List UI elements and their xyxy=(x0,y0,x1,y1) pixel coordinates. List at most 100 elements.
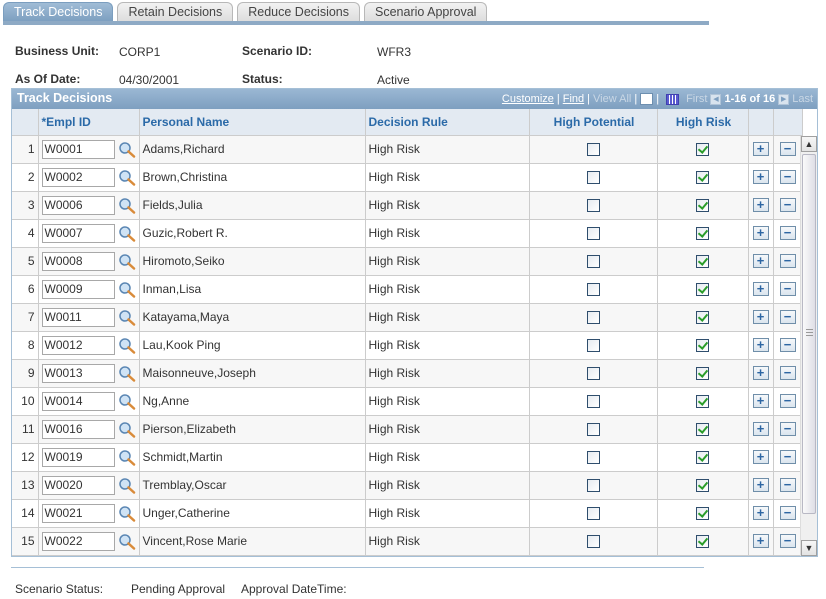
add-row-button[interactable]: + xyxy=(752,142,769,157)
delete-row-button[interactable]: − xyxy=(779,478,796,493)
lookup-icon[interactable] xyxy=(118,421,136,438)
high-risk-checkbox[interactable] xyxy=(696,339,709,353)
add-row-button[interactable]: + xyxy=(752,534,769,549)
high-risk-checkbox[interactable] xyxy=(696,255,709,269)
high-risk-checkbox[interactable] xyxy=(696,507,709,521)
lookup-icon[interactable] xyxy=(118,169,136,186)
add-row-button[interactable]: + xyxy=(752,310,769,325)
high-potential-checkbox[interactable] xyxy=(586,535,600,549)
lookup-icon[interactable] xyxy=(118,477,136,494)
add-row-button[interactable]: + xyxy=(752,506,769,521)
find-link[interactable]: Find xyxy=(563,90,584,109)
empl-id-input[interactable]: W0013 xyxy=(41,363,115,383)
delete-row-button[interactable]: − xyxy=(779,394,796,409)
high-potential-checkbox[interactable] xyxy=(586,199,600,213)
high-risk-checkbox[interactable] xyxy=(696,311,709,325)
grid-scrollbar[interactable]: ▲ ▼ xyxy=(800,136,817,556)
add-row-button[interactable]: + xyxy=(752,450,769,465)
empl-id-input[interactable]: W0001 xyxy=(41,139,115,159)
lookup-icon[interactable] xyxy=(118,309,136,326)
lookup-icon[interactable] xyxy=(118,365,136,382)
empl-id-input[interactable]: W0007 xyxy=(41,223,115,243)
high-potential-checkbox[interactable] xyxy=(586,227,600,241)
add-row-button[interactable]: + xyxy=(752,366,769,381)
new-window-icon[interactable] xyxy=(640,93,654,105)
empl-id-input[interactable]: W0008 xyxy=(41,251,115,271)
high-risk-checkbox[interactable] xyxy=(696,171,709,185)
high-potential-checkbox[interactable] xyxy=(586,311,600,325)
lookup-icon[interactable] xyxy=(118,533,136,550)
delete-row-button[interactable]: − xyxy=(779,226,796,241)
empl-id-input[interactable]: W0022 xyxy=(41,531,115,551)
empl-id-input[interactable]: W0019 xyxy=(41,447,115,467)
delete-row-button[interactable]: − xyxy=(779,450,796,465)
empl-id-input[interactable]: W0012 xyxy=(41,335,115,355)
download-grid-icon[interactable] xyxy=(666,93,680,105)
tab-retain-decisions[interactable]: Retain Decisions xyxy=(117,2,234,22)
high-risk-checkbox[interactable] xyxy=(696,283,709,297)
empl-id-input[interactable]: W0014 xyxy=(41,391,115,411)
high-potential-checkbox[interactable] xyxy=(586,367,600,381)
delete-row-button[interactable]: − xyxy=(779,366,796,381)
high-risk-checkbox[interactable] xyxy=(696,227,709,241)
delete-row-button[interactable]: − xyxy=(779,282,796,297)
add-row-button[interactable]: + xyxy=(752,282,769,297)
high-potential-checkbox[interactable] xyxy=(586,395,600,409)
lookup-icon[interactable] xyxy=(118,225,136,242)
add-row-button[interactable]: + xyxy=(752,170,769,185)
add-row-button[interactable]: + xyxy=(752,394,769,409)
high-risk-checkbox[interactable] xyxy=(696,423,709,437)
empl-id-input[interactable]: W0020 xyxy=(41,475,115,495)
delete-row-button[interactable]: − xyxy=(779,338,796,353)
delete-row-button[interactable]: − xyxy=(779,506,796,521)
lookup-icon[interactable] xyxy=(118,505,136,522)
high-risk-checkbox[interactable] xyxy=(696,199,709,213)
high-potential-checkbox[interactable] xyxy=(586,507,600,521)
high-potential-checkbox[interactable] xyxy=(586,339,600,353)
high-risk-checkbox[interactable] xyxy=(696,451,709,465)
lookup-icon[interactable] xyxy=(118,281,136,298)
high-potential-checkbox[interactable] xyxy=(586,255,600,269)
lookup-icon[interactable] xyxy=(118,449,136,466)
empl-id-input[interactable]: W0009 xyxy=(41,279,115,299)
customize-link[interactable]: Customize xyxy=(502,90,554,109)
high-risk-checkbox[interactable] xyxy=(696,143,709,157)
add-row-button[interactable]: + xyxy=(752,422,769,437)
high-risk-checkbox[interactable] xyxy=(696,395,709,409)
scroll-up-icon[interactable]: ▲ xyxy=(801,136,817,152)
empl-id-input[interactable]: W0011 xyxy=(41,307,115,327)
high-risk-checkbox[interactable] xyxy=(696,479,709,493)
lookup-icon[interactable] xyxy=(118,197,136,214)
lookup-icon[interactable] xyxy=(118,337,136,354)
scroll-down-icon[interactable]: ▼ xyxy=(801,540,817,556)
high-risk-checkbox[interactable] xyxy=(696,367,709,381)
lookup-icon[interactable] xyxy=(118,141,136,158)
high-potential-checkbox[interactable] xyxy=(586,143,600,157)
empl-id-input[interactable]: W0016 xyxy=(41,419,115,439)
delete-row-button[interactable]: − xyxy=(779,422,796,437)
delete-row-button[interactable]: − xyxy=(779,170,796,185)
high-potential-checkbox[interactable] xyxy=(586,171,600,185)
delete-row-button[interactable]: − xyxy=(779,534,796,549)
high-risk-checkbox[interactable] xyxy=(696,535,709,549)
high-potential-checkbox[interactable] xyxy=(586,283,600,297)
tab-scenario-approval[interactable]: Scenario Approval xyxy=(364,2,488,22)
lookup-icon[interactable] xyxy=(118,393,136,410)
delete-row-button[interactable]: − xyxy=(779,254,796,269)
empl-id-input[interactable]: W0021 xyxy=(41,503,115,523)
tab-track-decisions[interactable]: Track Decisions xyxy=(3,2,114,22)
empl-id-input[interactable]: W0006 xyxy=(41,195,115,215)
add-row-button[interactable]: + xyxy=(752,226,769,241)
lookup-icon[interactable] xyxy=(118,253,136,270)
tab-reduce-decisions[interactable]: Reduce Decisions xyxy=(237,2,360,22)
add-row-button[interactable]: + xyxy=(752,198,769,213)
high-potential-checkbox[interactable] xyxy=(586,423,600,437)
empl-id-input[interactable]: W0002 xyxy=(41,167,115,187)
add-row-button[interactable]: + xyxy=(752,338,769,353)
add-row-button[interactable]: + xyxy=(752,478,769,493)
delete-row-button[interactable]: − xyxy=(779,310,796,325)
delete-row-button[interactable]: − xyxy=(779,198,796,213)
add-row-button[interactable]: + xyxy=(752,254,769,269)
high-potential-checkbox[interactable] xyxy=(586,479,600,493)
delete-row-button[interactable]: − xyxy=(779,142,796,157)
